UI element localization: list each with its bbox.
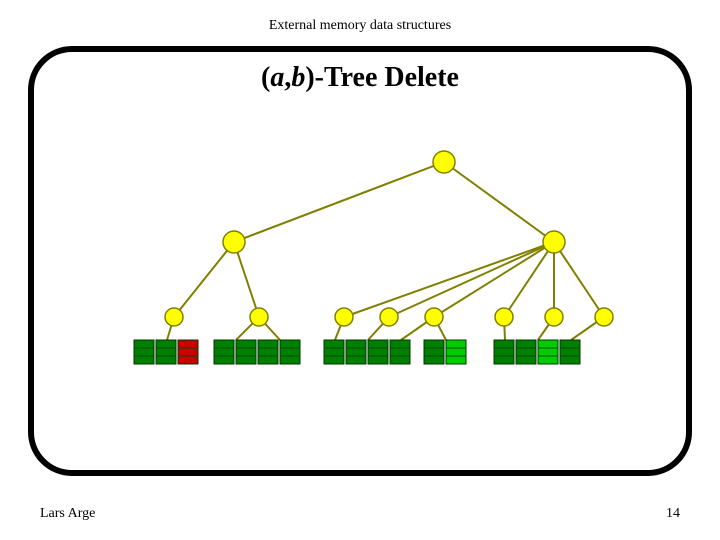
tree-diagram	[34, 142, 686, 422]
author-label: Lars Arge	[40, 506, 95, 522]
title-open-paren: (	[261, 62, 270, 93]
page-number: 14	[666, 506, 680, 522]
title-b: b	[291, 62, 305, 93]
title-suffix: )-Tree Delete	[305, 62, 459, 93]
slide: External memory data structures (a,b)-Tr…	[0, 0, 720, 540]
tree-svg	[34, 142, 698, 422]
title-a: a	[270, 62, 284, 93]
slide-title: (a,b)-Tree Delete	[34, 62, 686, 94]
content-frame: (a,b)-Tree Delete	[28, 46, 692, 476]
header-text: External memory data structures	[0, 18, 720, 34]
